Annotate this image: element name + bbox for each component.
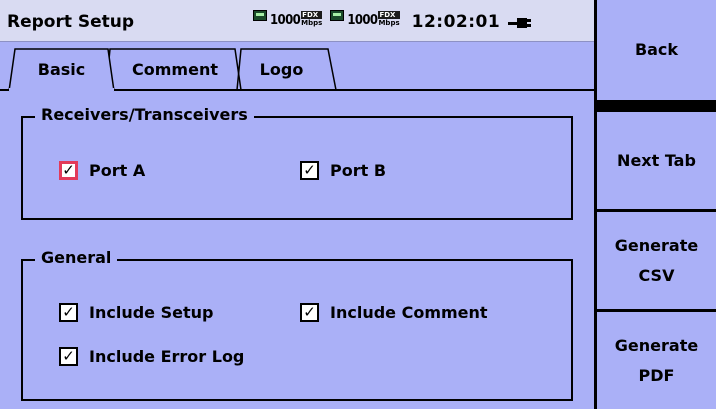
duplex-indicator: FDX Mbps (378, 11, 400, 27)
ethernet-port-icon (330, 10, 345, 21)
softkey-panel: Back Next Tab Generate CSV Generate PDF (594, 0, 716, 409)
tab-label: Basic (37, 60, 86, 79)
active-tab-gap (9, 88, 114, 91)
link-speed: 1000 (347, 13, 378, 28)
port-a-checkbox[interactable]: ✓ Port A (59, 161, 145, 180)
tab-basic[interactable]: Basic (8, 48, 119, 92)
include-setup-checkbox[interactable]: ✓ Include Setup (59, 303, 213, 322)
include-comment-checkbox[interactable]: ✓ Include Comment (300, 303, 488, 322)
window-title: Report Setup (7, 12, 135, 32)
generate-pdf-button[interactable]: Generate PDF (597, 312, 716, 409)
status-area: 1000 FDX Mbps 1000 FDX Mbps 12:02:01 (253, 6, 532, 45)
tab-label: Comment (132, 60, 218, 79)
tab-comment[interactable]: Comment (105, 48, 245, 90)
checkbox-label: Include Error Log (89, 347, 245, 366)
power-plug-icon (508, 18, 532, 28)
general-group: General ✓ Include Setup ✓ Include Commen… (21, 248, 573, 401)
checkbox-label: Port B (330, 161, 387, 180)
link-status-port-a: 1000 FDX Mbps (253, 6, 323, 45)
clock: 12:02:01 (411, 12, 501, 32)
checkbox-label: Port A (89, 161, 146, 180)
checkbox[interactable]: ✓ (59, 303, 78, 322)
tab-label: Logo (259, 60, 304, 79)
checkbox[interactable]: ✓ (59, 347, 78, 366)
title-bar: Report Setup 1000 FDX Mbps 1000 FDX Mbps (0, 0, 594, 45)
link-speed: 1000 (270, 13, 301, 28)
tab-bar: Logo Comment Basic (0, 42, 594, 92)
receivers-group: Receivers/Transceivers ✓ Port A ✓ Port B (21, 105, 573, 220)
next-tab-button[interactable]: Next Tab (597, 112, 716, 209)
generate-csv-button[interactable]: Generate CSV (597, 212, 716, 309)
button-label: Next Tab (617, 150, 696, 170)
button-label: Back (634, 40, 679, 59)
duplex-indicator: FDX Mbps (301, 11, 323, 27)
port-b-checkbox[interactable]: ✓ Port B (300, 161, 386, 180)
checkbox[interactable]: ✓ (300, 161, 319, 180)
checkbox[interactable]: ✓ (59, 161, 78, 180)
speed-unit: Mbps (301, 19, 323, 27)
report-setup-panel: Report Setup 1000 FDX Mbps 1000 FDX Mbps (0, 0, 594, 409)
checkbox-label: Include Comment (330, 303, 488, 322)
duplex-label: FDX (378, 11, 400, 19)
link-status-port-b: 1000 FDX Mbps (330, 6, 400, 45)
group-title: General (35, 248, 118, 267)
button-label-line-2: PDF (638, 365, 675, 385)
checkbox[interactable]: ✓ (300, 303, 319, 322)
back-button[interactable]: Back (597, 0, 716, 100)
group-title: Receivers/Transceivers (35, 105, 254, 124)
checkbox-label: Include Setup (89, 303, 214, 322)
button-label-line-1: Generate (614, 235, 699, 255)
button-label-line-2: CSV (638, 265, 675, 285)
duplex-label: FDX (301, 11, 323, 19)
button-label-line-1: Generate (614, 335, 699, 355)
include-error-log-checkbox[interactable]: ✓ Include Error Log (59, 347, 244, 366)
tab-logo[interactable]: Logo (236, 48, 339, 90)
speed-unit: Mbps (378, 19, 400, 27)
ethernet-port-icon (253, 10, 267, 21)
